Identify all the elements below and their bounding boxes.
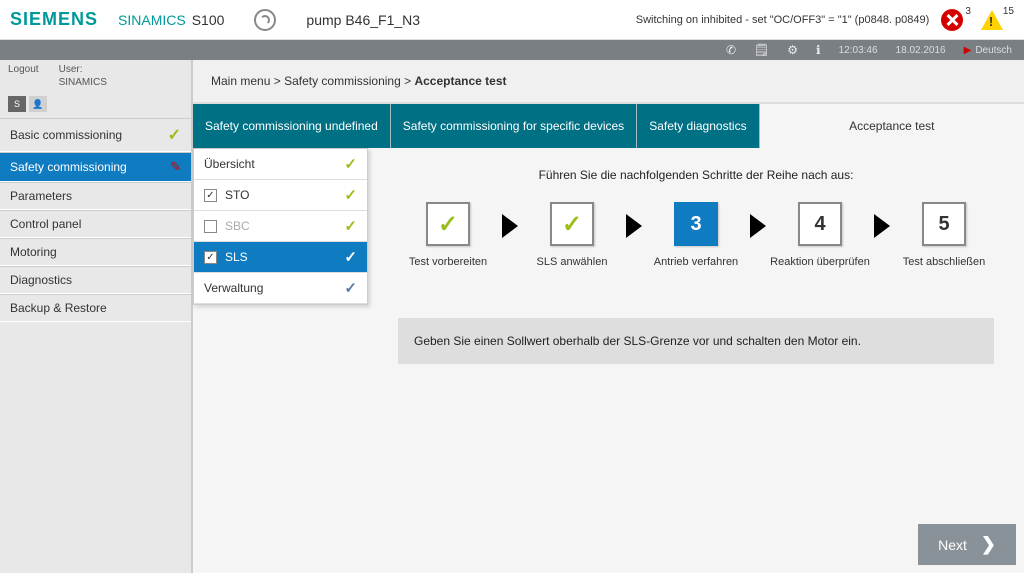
brand-logo: SIEMENS (10, 9, 98, 30)
nav-basic-commissioning[interactable]: Basic commissioning ✓ (0, 118, 191, 152)
hint-box: Geben Sie einen Sollwert oberhalb der SL… (398, 318, 994, 364)
checkbox-icon: ✓ (204, 251, 217, 264)
breadcrumb-seg2[interactable]: Safety commissioning (284, 74, 401, 88)
nav-motoring[interactable]: Motoring (0, 238, 191, 266)
step-label: Reaktion überprüfen (770, 256, 870, 268)
nav-label: Control panel (10, 217, 81, 231)
check-icon: ✓ (168, 125, 181, 145)
sub-sto[interactable]: ✓ STO ✓ (194, 180, 367, 211)
arrow-icon (626, 214, 642, 238)
nav-backup-restore[interactable]: Backup & Restore (0, 294, 191, 322)
nav-parameters[interactable]: Parameters (0, 182, 191, 210)
checkbox-icon: ✓ (204, 189, 217, 202)
nav-label: Safety commissioning (10, 160, 127, 174)
sub-label: SBC (225, 219, 250, 233)
language-selector[interactable]: ▶ Deutsch (964, 45, 1012, 56)
breadcrumb-seg3: Acceptance test (414, 74, 506, 88)
breadcrumb-seg1[interactable]: Main menu (211, 74, 270, 88)
content-area: Main menu > Safety commissioning > Accep… (193, 60, 1024, 573)
language-label: Deutsch (975, 45, 1012, 56)
chevron-right-icon: ❯ (981, 534, 996, 555)
sidebar-person-icon[interactable]: 👤 (29, 96, 47, 112)
step-box-done (550, 202, 594, 246)
wizard-instruction: Führen Sie die nachfolgenden Schritte de… (398, 168, 994, 182)
acceptance-sublist: Übersicht ✓ ✓ STO ✓ SBC ✓ ✓ SLS ✓ Verwaltu… (193, 148, 368, 305)
product-line: SINAMICS (118, 12, 186, 28)
step-finish-test[interactable]: 5 Test abschließen (894, 202, 994, 268)
edit-icon: ✎ (170, 159, 181, 175)
device-name: pump B46_F1_N3 (306, 12, 420, 28)
sub-administration[interactable]: Verwaltung ✓ (194, 273, 367, 304)
top-header: SIEMENS SINAMICS S100 pump B46_F1_N3 Swi… (0, 0, 1024, 40)
sub-sbc[interactable]: SBC ✓ (194, 211, 367, 242)
sidebar: Logout User: SINAMICS S 👤 Basic commissi… (0, 60, 193, 573)
check-icon: ✓ (344, 186, 357, 204)
breadcrumb: Main menu > Safety commissioning > Accep… (193, 60, 1024, 104)
user-name: SINAMICS (59, 77, 107, 88)
settings-icon[interactable]: ⚙ (787, 43, 798, 57)
wizard-steps: Test vorbereiten SLS anwählen 3 Antrieb … (398, 202, 994, 268)
error-icon[interactable] (941, 9, 963, 31)
next-button[interactable]: Next ❯ (918, 524, 1016, 565)
step-box-current: 3 (674, 202, 718, 246)
step-label: Antrieb verfahren (654, 256, 738, 268)
sub-label: STO (225, 188, 249, 202)
arrow-icon (750, 214, 766, 238)
phone-icon[interactable]: ✆ (726, 43, 736, 57)
warning-count: 15 (1003, 6, 1014, 17)
step-select-sls[interactable]: SLS anwählen (522, 202, 622, 268)
sidebar-s-icon[interactable]: S (8, 96, 26, 112)
language-arrow-icon: ▶ (964, 45, 972, 56)
step-box-done (426, 202, 470, 246)
nav-label: Parameters (10, 189, 72, 203)
status-message: Switching on inhibited - set "OC/OFF3" =… (636, 14, 930, 26)
info-icon[interactable]: ℹ (816, 43, 821, 57)
drive-icon (254, 9, 276, 31)
nav-label: Backup & Restore (10, 301, 107, 315)
check-icon: ✓ (344, 279, 357, 297)
step-move-drive[interactable]: 3 Antrieb verfahren (646, 202, 746, 268)
tab-safety-specific[interactable]: Safety commissioning for specific device… (391, 104, 637, 148)
sub-label: Verwaltung (204, 281, 263, 295)
next-label: Next (938, 537, 967, 553)
sub-sls[interactable]: ✓ SLS ✓ (194, 242, 367, 273)
step-label: Test vorbereiten (409, 256, 487, 268)
tab-acceptance-test[interactable]: Acceptance test (760, 104, 1024, 148)
tab-bar: Safety commissioning undefined Safety co… (193, 104, 1024, 148)
step-label: Test abschließen (903, 256, 986, 268)
arrow-icon (874, 214, 890, 238)
nav-label: Diagnostics (10, 273, 72, 287)
sub-overview[interactable]: Übersicht ✓ (194, 149, 367, 180)
error-count: 3 (965, 6, 971, 17)
sub-label: SLS (225, 250, 248, 264)
step-prepare-test[interactable]: Test vorbereiten (398, 202, 498, 268)
nav-label: Motoring (10, 245, 57, 259)
user-label: User: (59, 64, 107, 75)
nav-label: Basic commissioning (10, 128, 122, 142)
tab-safety-diagnostics[interactable]: Safety diagnostics (637, 104, 759, 148)
utility-bar: ✆ 🗒 ⚙ ℹ 12:03:46 18.02.2016 ▶ Deutsch (0, 40, 1024, 60)
check-icon: ✓ (344, 248, 357, 266)
checkbox-icon (204, 220, 217, 233)
step-box: 4 (798, 202, 842, 246)
warning-icon[interactable] (981, 10, 1003, 30)
wizard-panel: Führen Sie die nachfolgenden Schritte de… (368, 148, 1024, 573)
nav-safety-commissioning[interactable]: Safety commissioning ✎ (0, 152, 191, 182)
arrow-icon (502, 214, 518, 238)
device-series: S100 (192, 12, 225, 28)
notes-icon[interactable]: 🗒 (754, 43, 769, 57)
sub-label: Übersicht (204, 157, 255, 171)
step-box: 5 (922, 202, 966, 246)
logout-link[interactable]: Logout (8, 64, 39, 75)
step-check-reaction[interactable]: 4 Reaktion überprüfen (770, 202, 870, 268)
step-label: SLS anwählen (537, 256, 608, 268)
nav-control-panel[interactable]: Control panel (0, 210, 191, 238)
check-icon: ✓ (344, 155, 357, 173)
clock-time: 12:03:46 (839, 45, 878, 56)
nav-diagnostics[interactable]: Diagnostics (0, 266, 191, 294)
check-icon: ✓ (344, 217, 357, 235)
tab-safety-undefined[interactable]: Safety commissioning undefined (193, 104, 391, 148)
clock-date: 18.02.2016 (896, 45, 946, 56)
